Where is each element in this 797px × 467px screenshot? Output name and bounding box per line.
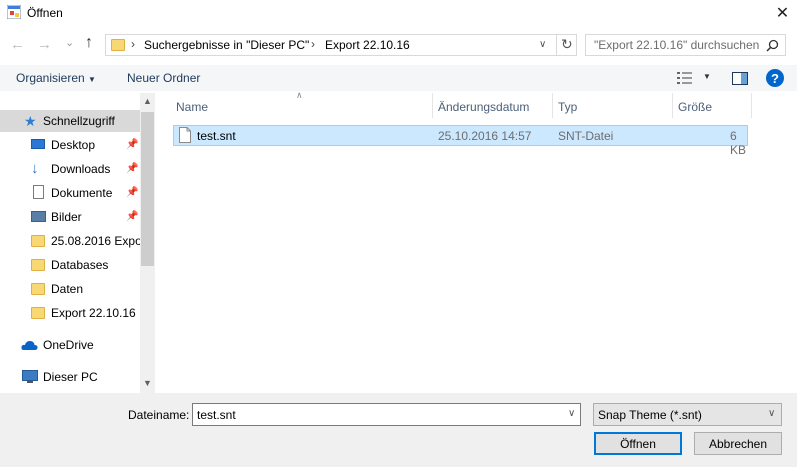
pin-icon: 📌: [126, 211, 139, 222]
forward-button[interactable]: →: [37, 36, 52, 53]
table-row[interactable]: test.snt 25.10.2016 14:57 SNT-Datei 6 KB: [173, 125, 748, 157]
sort-ascending-icon: ∧: [296, 90, 303, 100]
folder-icon: [31, 235, 45, 247]
folder-icon: [31, 283, 45, 295]
file-date: 25.10.2016 14:57: [438, 129, 532, 143]
filename-label: Dateiname:: [128, 408, 190, 422]
sidebar-item-quick-access[interactable]: ★ Schnellzugriff: [0, 110, 140, 132]
view-options-icon[interactable]: [677, 72, 693, 84]
breadcrumb-separator: ›: [311, 37, 315, 51]
column-divider[interactable]: [751, 93, 752, 118]
chevron-down-icon[interactable]: ∨: [539, 39, 546, 50]
sidebar-item-folder-databases[interactable]: Databases: [0, 254, 140, 276]
sidebar-item-folder-export-2210[interactable]: Export 22.10.16: [0, 302, 140, 324]
sidebar-item-this-pc[interactable]: Dieser PC: [0, 366, 140, 388]
folder-icon: [111, 39, 125, 51]
breadcrumb-item-export[interactable]: Export 22.10.16: [325, 38, 410, 52]
column-header-name[interactable]: Name: [176, 100, 208, 114]
sidebar-item-pictures[interactable]: Bilder 📌: [0, 206, 140, 228]
folder-icon: [31, 259, 45, 271]
new-folder-button[interactable]: Neuer Ordner: [127, 71, 200, 85]
close-button[interactable]: ✕: [768, 0, 797, 26]
file-type-filter[interactable]: Snap Theme (*.snt) ∨: [593, 403, 782, 426]
file-icon: [179, 127, 191, 143]
desktop-icon: [31, 139, 45, 149]
window-title: Öffnen: [27, 6, 63, 20]
back-button[interactable]: ←: [10, 36, 25, 53]
file-type-filter-value: Snap Theme (*.snt): [598, 408, 702, 422]
column-divider[interactable]: [552, 93, 553, 118]
search-icon[interactable]: [766, 39, 779, 52]
file-size: 6 KB: [730, 129, 747, 157]
open-button[interactable]: Öffnen: [594, 432, 682, 455]
breadcrumb-item-search-results[interactable]: Suchergebnisse in "Dieser PC": [144, 38, 309, 52]
file-type: SNT-Datei: [558, 129, 614, 143]
pin-icon: 📌: [126, 139, 139, 150]
search-box[interactable]: "Export 22.10.16" durchsuchen: [585, 34, 786, 56]
filename-field[interactable]: test.snt ∨: [192, 403, 581, 426]
pin-icon: 📌: [126, 187, 139, 198]
chevron-down-icon[interactable]: ∨: [568, 408, 575, 419]
filename-input[interactable]: test.snt: [197, 408, 236, 422]
search-input[interactable]: "Export 22.10.16" durchsuchen: [594, 38, 759, 52]
pin-icon: 📌: [126, 163, 139, 174]
chevron-down-icon[interactable]: ∨: [768, 408, 775, 419]
preview-pane-icon[interactable]: [732, 72, 748, 85]
cloud-icon: [21, 341, 38, 350]
window-app-icon: [7, 5, 21, 19]
sidebar-item-desktop[interactable]: Desktop 📌: [0, 134, 140, 156]
sidebar-item-documents[interactable]: Dokumente 📌: [0, 182, 140, 204]
organize-button[interactable]: Organisieren ▼: [16, 71, 96, 85]
download-icon: ↓: [31, 160, 39, 177]
divider: [556, 35, 557, 55]
close-icon: ✕: [775, 5, 790, 22]
view-dropdown-chevron-icon[interactable]: ▼: [703, 72, 711, 81]
file-name: test.snt: [197, 129, 236, 143]
up-button[interactable]: ↑: [85, 34, 93, 52]
sidebar-item-folder-export-2508[interactable]: 25.08.2016 Export: [0, 230, 140, 252]
cancel-button[interactable]: Abbrechen: [694, 432, 782, 455]
computer-icon: [22, 370, 38, 383]
document-icon: [33, 185, 44, 199]
dialog-footer: Dateiname: test.snt ∨ Snap Theme (*.snt)…: [0, 393, 797, 467]
column-header-type[interactable]: Typ: [558, 100, 577, 114]
scrollbar-thumb[interactable]: [141, 112, 154, 266]
sidebar-item-folder-daten[interactable]: Daten: [0, 278, 140, 300]
refresh-icon[interactable]: ↻: [561, 36, 573, 53]
column-divider[interactable]: [672, 93, 673, 118]
address-bar[interactable]: › Suchergebnisse in "Dieser PC" › Export…: [105, 34, 577, 56]
help-icon[interactable]: ?: [766, 69, 784, 87]
column-divider[interactable]: [432, 93, 433, 118]
column-header-size[interactable]: Größe: [678, 100, 712, 114]
title-bar: Öffnen ✕: [0, 0, 797, 26]
breadcrumb-separator: ›: [131, 37, 135, 51]
toolbar: Organisieren ▼ Neuer Ordner ▼ ?: [0, 65, 797, 91]
pictures-icon: [31, 211, 46, 222]
navigation-pane: ★ Schnellzugriff Desktop 📌 ↓ Downloads 📌…: [0, 93, 155, 393]
column-header-date[interactable]: Änderungsdatum: [438, 100, 529, 114]
folder-icon: [31, 307, 45, 319]
scroll-up-icon[interactable]: ▲: [143, 96, 152, 106]
recent-locations-button[interactable]: ⌄: [65, 36, 74, 49]
star-icon: ★: [24, 113, 37, 129]
sidebar-item-downloads[interactable]: ↓ Downloads 📌: [0, 158, 140, 180]
sidebar-item-onedrive[interactable]: OneDrive: [0, 334, 140, 356]
scroll-down-icon[interactable]: ▼: [143, 378, 152, 388]
